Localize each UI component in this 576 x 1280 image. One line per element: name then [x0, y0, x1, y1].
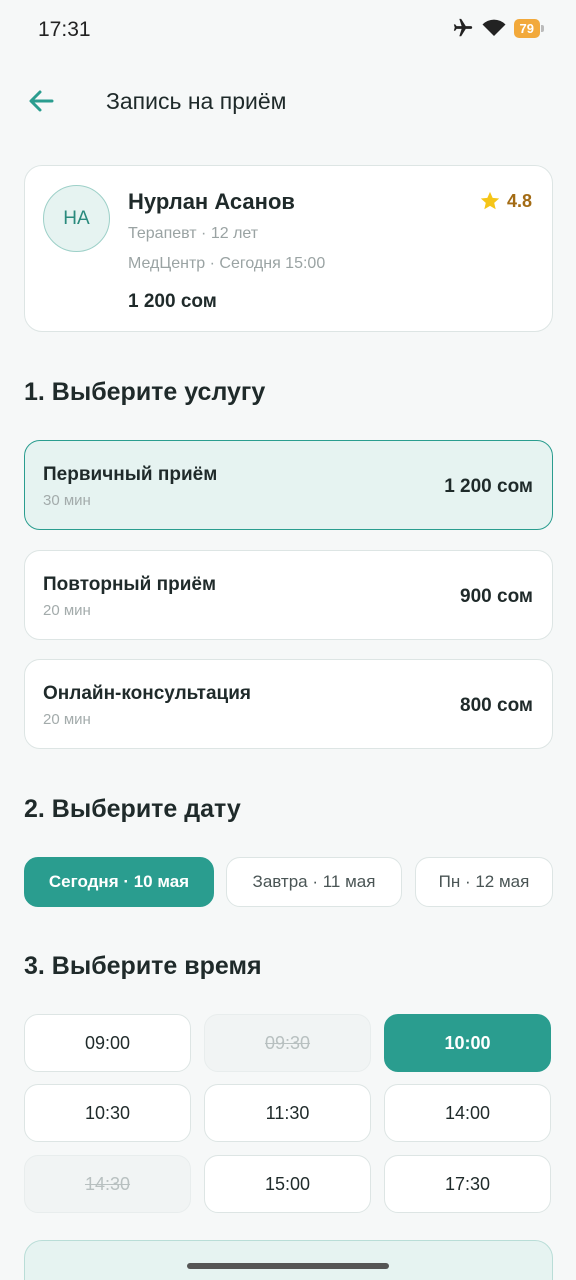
doctor-card: НА Нурлан Асанов Терапевт · 12 лет МедЦе…: [24, 165, 553, 332]
service-price: 800 сом: [460, 695, 533, 716]
service-price: 1 200 сом: [444, 476, 533, 497]
time-slot[interactable]: 15:00: [204, 1155, 371, 1213]
time-slot: 09:30: [204, 1014, 371, 1072]
doctor-name: Нурлан Асанов: [128, 189, 295, 214]
service-card[interactable]: Онлайн-консультация 20 мин 800 сом: [24, 659, 553, 749]
page-title: Запись на приём: [106, 88, 287, 114]
time-slot[interactable]: 10:30: [24, 1084, 191, 1142]
doctor-clinic: МедЦентр · Сегодня 15:00: [128, 255, 326, 272]
time-slot: 14:30: [24, 1155, 191, 1213]
avatar: НА: [43, 185, 110, 252]
booking-summary-card: [24, 1240, 553, 1280]
date-chip[interactable]: Завтра · 11 мая: [226, 857, 402, 907]
status-icons: 79: [452, 17, 545, 39]
date-chip[interactable]: Сегодня · 10 мая: [24, 857, 214, 907]
home-indicator[interactable]: [187, 1263, 389, 1269]
service-name: Повторный приём: [43, 574, 217, 595]
service-card[interactable]: Повторный приём 20 мин 900 сом: [24, 550, 553, 640]
time-slot[interactable]: 09:00: [24, 1014, 191, 1072]
airplane-icon: [453, 18, 472, 37]
service-price: 900 сом: [460, 586, 533, 607]
wifi-icon: [482, 19, 506, 36]
service-card[interactable]: Первичный приём 30 мин 1 200 сом: [24, 440, 553, 530]
rating: 4.8: [479, 190, 532, 212]
service-name: Первичный приём: [43, 464, 218, 485]
service-name: Онлайн-консультация: [43, 683, 251, 704]
service-duration: 20 мин: [43, 602, 91, 619]
doctor-price: 1 200 сом: [128, 291, 217, 312]
back-button[interactable]: [24, 84, 58, 118]
time-slot[interactable]: 17:30: [384, 1155, 551, 1213]
service-duration: 30 мин: [43, 492, 91, 509]
section-title-date: 2. Выберите дату: [24, 795, 241, 823]
date-chip[interactable]: Пн · 12 мая: [415, 857, 553, 907]
rating-value: 4.8: [506, 190, 532, 211]
time-slot[interactable]: 10:00: [384, 1014, 551, 1072]
arrow-left-icon: [29, 90, 54, 112]
doctor-specialty: Терапевт · 12 лет: [128, 225, 259, 242]
time-slot[interactable]: 11:30: [204, 1084, 371, 1142]
status-time: 17:31: [38, 18, 91, 41]
section-title-time: 3. Выберите время: [24, 952, 262, 980]
status-bar: 17:31 79: [0, 0, 576, 60]
time-slot[interactable]: 14:00: [384, 1084, 551, 1142]
service-duration: 20 мин: [43, 711, 91, 728]
battery-icon: 79: [513, 18, 545, 38]
star-icon: [480, 191, 500, 210]
section-title-service: 1. Выберите услугу: [24, 378, 266, 406]
